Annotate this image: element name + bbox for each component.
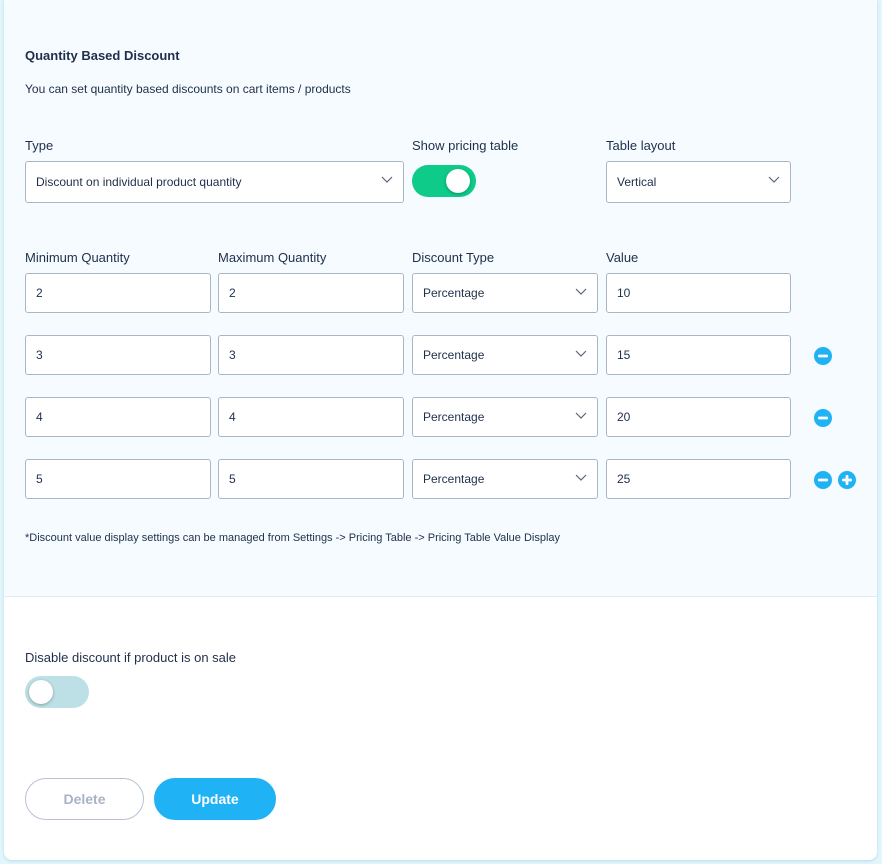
min-quantity-input[interactable]: 5 [25, 459, 211, 499]
toggle-knob [446, 169, 470, 193]
add-tier-icon[interactable] [838, 471, 856, 489]
value-input[interactable]: 25 [606, 459, 791, 499]
section-title: Quantity Based Discount [25, 48, 180, 63]
value-header: Value [606, 250, 639, 265]
min-quantity-input[interactable]: 3 [25, 335, 211, 375]
value-input[interactable]: 20 [606, 397, 791, 437]
discount-type-value: Percentage [423, 286, 485, 300]
min-quantity-header: Minimum Quantity [25, 250, 130, 265]
discount-type-header: Discount Type [412, 250, 495, 265]
discount-type-select[interactable]: Percentage [412, 273, 598, 313]
update-button[interactable]: Update [154, 778, 276, 820]
discount-type-select[interactable]: Percentage [412, 459, 598, 499]
chevron-down-icon [381, 176, 393, 183]
max-quantity-input[interactable]: 3 [218, 335, 404, 375]
chevron-down-icon [575, 412, 587, 419]
discount-type-value: Percentage [423, 410, 485, 424]
pricing-table-label: Show pricing table [412, 138, 519, 153]
max-quantity-input[interactable]: 2 [218, 273, 404, 313]
delete-button[interactable]: Delete [25, 778, 144, 820]
max-quantity-input[interactable]: 5 [218, 459, 404, 499]
min-quantity-input[interactable]: 4 [25, 397, 211, 437]
max-quantity-header: Maximum Quantity [218, 250, 327, 265]
type-select-value: Discount on individual product quantity [36, 175, 242, 189]
discount-settings-panel: Quantity Based Discount You can set quan… [4, 0, 877, 597]
table-layout-label: Table layout [606, 138, 676, 153]
remove-tier-icon[interactable] [814, 409, 832, 427]
table-layout-select[interactable]: Vertical [606, 161, 791, 203]
min-quantity-input[interactable]: 2 [25, 273, 211, 313]
discount-type-value: Percentage [423, 348, 485, 362]
pricing-table-toggle[interactable] [412, 165, 476, 197]
section-description: You can set quantity based discounts on … [25, 82, 351, 96]
value-input[interactable]: 15 [606, 335, 791, 375]
chevron-down-icon [768, 176, 780, 183]
chevron-down-icon [575, 288, 587, 295]
remove-tier-icon[interactable] [814, 471, 832, 489]
disable-on-sale-toggle[interactable] [25, 676, 89, 708]
type-select[interactable]: Discount on individual product quantity [25, 161, 404, 203]
discount-card: Quantity Based Discount You can set quan… [4, 0, 877, 860]
chevron-down-icon [575, 474, 587, 481]
discount-type-value: Percentage [423, 472, 485, 486]
chevron-down-icon [575, 350, 587, 357]
sale-toggle-label: Disable discount if product is on sale [25, 650, 237, 665]
discount-type-select[interactable]: Percentage [412, 397, 598, 437]
pricing-display-note: *Discount value display settings can be … [25, 532, 561, 544]
table-layout-value: Vertical [617, 175, 657, 189]
max-quantity-input[interactable]: 4 [218, 397, 404, 437]
value-input[interactable]: 10 [606, 273, 791, 313]
toggle-knob [29, 680, 53, 704]
discount-type-select[interactable]: Percentage [412, 335, 598, 375]
remove-tier-icon[interactable] [814, 347, 832, 365]
type-label: Type [25, 138, 54, 153]
